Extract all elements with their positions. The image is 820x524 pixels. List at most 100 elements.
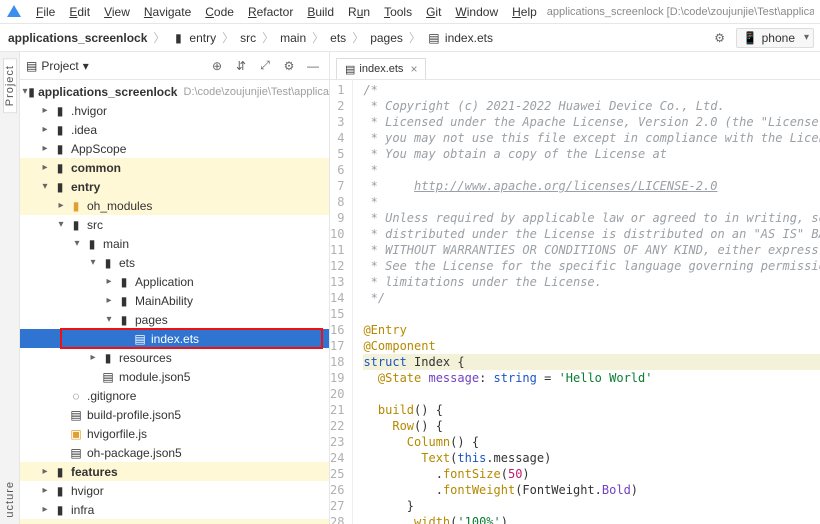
folder-icon: ▮ [100,351,116,365]
folder-icon: ▮ [116,313,132,327]
tree-node-entry[interactable]: ▾▮entry [20,177,329,196]
project-tree[interactable]: ▾▮applications_screenlockD:\code\zoujunj… [20,80,329,524]
device-label: phone [762,31,795,45]
collapse-all-icon[interactable]: ⤢ [255,56,275,76]
menu-navigate[interactable]: Navigate [138,3,197,21]
menu-tools[interactable]: Tools [378,3,418,21]
editor-tab-label: index.ets [359,63,403,75]
tree-node[interactable]: ▸▮.hvigor [20,101,329,120]
chevron-right-icon: 〉 [153,29,165,46]
editor-tab-index-ets[interactable]: ▤ index.ets × [336,58,426,79]
breadcrumb-item[interactable]: main [278,29,308,47]
chevron-right-icon: 〉 [409,29,421,46]
menu-refactor[interactable]: Refactor [242,3,299,21]
folder-icon: ▮ [116,275,132,289]
chevron-right-icon: 〉 [312,29,324,46]
chevron-right-icon: 〉 [352,29,364,46]
folder-icon: ▮ [84,237,100,251]
breadcrumb-item[interactable]: ▮entry [169,29,218,47]
tree-node[interactable]: ▸▮hvigor [20,481,329,500]
ets-file-icon: ▤ [427,31,441,45]
menu-git[interactable]: Git [420,3,447,21]
editor-tabs: ▤ index.ets × [330,52,820,80]
tree-node[interactable]: ▾▮main [20,234,329,253]
chevron-right-icon: 〉 [222,29,234,46]
folder-icon: ▮ [52,123,68,137]
select-opened-icon[interactable]: ⊕ [207,56,227,76]
project-panel-header: ▤ Project ▾ ⊕ ⇵ ⤢ ⚙ — [20,52,329,80]
breadcrumb-root[interactable]: applications_screenlock [6,29,149,47]
expand-all-icon[interactable]: ⇵ [231,56,251,76]
menu-file[interactable]: File [30,3,61,21]
tree-node[interactable]: ▾▮ets [20,253,329,272]
structure-tool-tab[interactable]: ucture [4,475,16,524]
tree-node[interactable]: ▤build-profile.json5 [20,405,329,424]
tree-node[interactable]: ▣hvigorfile.js [20,424,329,443]
menu-build[interactable]: Build [301,3,340,21]
project-view-dropdown[interactable]: ▤ Project ▾ [26,59,89,73]
line-gutter: 1234567891011121314151617181920212223242… [330,80,353,524]
json-file-icon: ▤ [68,446,84,460]
project-icon: ▮ [28,85,35,99]
tree-node[interactable]: ▸▮oh_modules [20,196,329,215]
tree-node[interactable]: ▸▮features [20,462,329,481]
tree-node-common[interactable]: ▸▮common [20,158,329,177]
tree-node[interactable]: ▤oh-package.json5 [20,443,329,462]
folder-icon: ▮ [116,294,132,308]
folder-icon: ▮ [52,484,68,498]
tool-sidebar: Project ucture [0,52,20,524]
code-content[interactable]: /* * Copyright (c) 2021-2022 Huawei Devi… [353,80,820,524]
js-file-icon: ▣ [68,427,84,441]
breadcrumb-file[interactable]: ▤index.ets [425,29,495,47]
app-logo-icon [6,4,22,20]
code-editor[interactable]: 1234567891011121314151617181920212223242… [330,80,820,524]
hide-panel-icon[interactable]: — [303,56,323,76]
tree-node[interactable]: ▸▮MainAbility [20,291,329,310]
project-tool-tab[interactable]: Project [3,58,17,113]
breadcrumb-item[interactable]: ets [328,29,348,47]
tree-node[interactable]: ▸▮resources [20,348,329,367]
module-icon: ▮ [52,161,68,175]
menu-window[interactable]: Window [449,3,504,21]
folder-icon: ▮ [171,31,185,45]
tree-node[interactable]: ▸▮infra [20,500,329,519]
editor-area: ▤ index.ets × 12345678910111213141516171… [330,52,820,524]
tree-node[interactable]: ▸▮.idea [20,120,329,139]
folder-icon: ▮ [52,104,68,118]
ets-file-icon: ▤ [345,63,355,76]
menu-view[interactable]: View [98,3,136,21]
tree-node[interactable]: ▸▮Application [20,272,329,291]
device-selector[interactable]: 📱 phone [736,28,814,48]
breadcrumb-item[interactable]: pages [368,29,405,47]
gear-icon[interactable]: ⚙ [279,56,299,76]
tree-node[interactable]: ▸▮oh_modules [20,519,329,524]
menu-help[interactable]: Help [506,3,543,21]
phone-icon: 📱 [743,31,758,45]
breadcrumb-bar: applications_screenlock 〉 ▮entry 〉 src 〉… [0,24,820,52]
menu-edit[interactable]: Edit [63,3,96,21]
chevron-right-icon: 〉 [262,29,274,46]
ets-file-icon: ▤ [132,332,148,346]
tree-node[interactable]: ◌.gitignore [20,386,329,405]
tree-node-index-ets[interactable]: ▤index.ets [20,329,329,348]
menu-code[interactable]: Code [199,3,240,21]
workspace: Project ucture ▤ Project ▾ ⊕ ⇵ ⤢ ⚙ — ▾▮a… [0,52,820,524]
folder-icon: ▮ [100,256,116,270]
menu-run[interactable]: Run [342,3,376,21]
window-context-label: applications_screenlock [D:\code\zoujunj… [547,6,814,18]
folder-icon: ▮ [52,142,68,156]
tree-node[interactable]: ▾▮src [20,215,329,234]
tree-node[interactable]: ▤module.json5 [20,367,329,386]
breadcrumb-item[interactable]: src [238,29,258,47]
settings-icon[interactable]: ⚙ [708,26,732,50]
folder-icon: ▮ [68,218,84,232]
tree-node[interactable]: ▸▮AppScope [20,139,329,158]
gitignore-icon: ◌ [68,389,84,403]
menu-bar: File Edit View Navigate Code Refactor Bu… [0,0,820,24]
module-icon: ▮ [52,180,68,194]
folder-icon: ▮ [52,503,68,517]
folder-icon: ▮ [68,199,84,213]
tree-node[interactable]: ▾▮pages [20,310,329,329]
tree-root[interactable]: ▾▮applications_screenlockD:\code\zoujunj… [20,82,329,101]
close-icon[interactable]: × [410,62,417,76]
